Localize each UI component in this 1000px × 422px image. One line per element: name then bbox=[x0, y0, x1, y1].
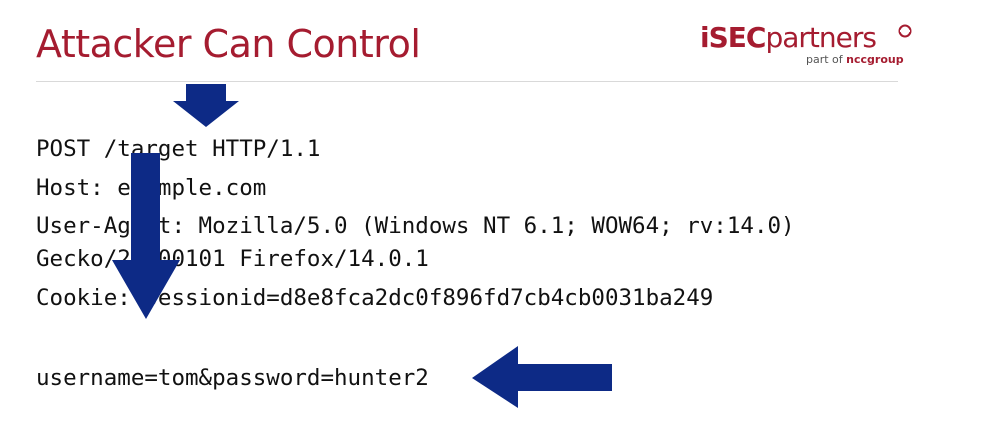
arrows-overlay bbox=[112, 84, 612, 408]
down-arrow-icon bbox=[173, 84, 239, 127]
left-arrow-icon bbox=[472, 346, 612, 408]
down-arrow-icon bbox=[112, 153, 180, 319]
